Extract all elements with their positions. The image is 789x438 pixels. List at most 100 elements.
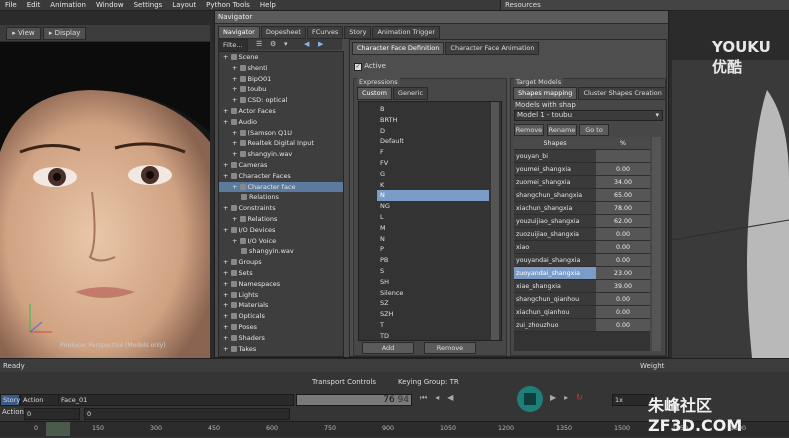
expand-icon[interactable]: + [223,118,231,126]
expression-item[interactable]: SH [377,277,489,288]
display-menu-button[interactable]: ▸ Display [42,27,87,40]
shape-row[interactable]: youzuijiao_shangxia 62.00 [514,214,650,228]
shape-weight-field[interactable]: 0.00 [596,318,650,332]
shape-weight-field[interactable]: 78.00 [596,201,650,215]
tree-item[interactable]: + shenti [219,63,343,74]
expand-icon[interactable]: + [223,312,231,320]
expression-item[interactable]: P [377,244,489,255]
rename-shape-button[interactable]: Rename [547,124,577,136]
prev-key-icon[interactable]: ◂ [435,393,447,402]
loop-icon[interactable]: ↻ [576,393,591,402]
menu-window[interactable]: Window [91,0,129,10]
shapes-scrollbar[interactable] [652,137,661,351]
shape-row[interactable]: xiachun_qianhou 0.00 [514,305,650,319]
tree-item[interactable]: + I/O Voice [219,236,343,247]
tree-item[interactable]: + Lights [219,290,343,301]
expand-icon[interactable]: + [232,237,240,245]
percent-column-header[interactable]: % [596,137,650,150]
expand-icon[interactable]: + [223,226,231,234]
shape-name[interactable]: youzuijiao_shangxia [514,214,596,228]
goto-shape-button[interactable]: Go to [579,124,609,136]
tab-character-face-animation[interactable]: Character Face Animation [445,42,540,55]
expression-item[interactable]: F [377,147,489,158]
shape-name[interactable]: zuomei_shangxia [514,175,596,189]
timeline-cursor[interactable] [46,422,70,436]
next-key-icon[interactable]: ▸ [564,393,576,402]
next-frame-icon[interactable]: ▶ [550,393,564,402]
shape-weight-field[interactable]: 0.00 [596,253,650,267]
tab-dopesheet[interactable]: Dopesheet [260,26,306,39]
expand-icon[interactable]: + [223,258,231,266]
expand-icon[interactable]: + [223,280,231,288]
tab-fcurves[interactable]: FCurves [306,26,344,39]
shape-row[interactable]: zuozuijiao_shangxia 0.00 [514,227,650,241]
expression-item[interactable]: Silence [377,288,489,299]
tab-character-face-definition[interactable]: Character Face Definition [352,42,445,55]
expand-icon[interactable]: + [232,96,240,104]
shape-weight-field[interactable]: 62.00 [596,214,650,228]
expand-icon[interactable]: + [223,172,231,180]
tree-item[interactable]: + Sets [219,268,343,279]
expression-item[interactable]: SZ [377,298,489,309]
shape-weight-field[interactable]: 0.00 [596,292,650,306]
expand-icon[interactable]: + [223,355,231,356]
expand-icon[interactable]: + [223,161,231,169]
tab-generic[interactable]: Generic [392,87,429,100]
tree-item[interactable]: + Materials [219,300,343,311]
expression-item[interactable]: T [377,320,489,331]
tree-item[interactable]: + Character Faces [219,171,343,182]
tree-item[interactable]: + Opticals [219,311,343,322]
shape-name[interactable]: youmei_shangxia [514,162,596,176]
shape-name[interactable]: zuoyandai_shangxia [514,266,596,280]
shape-name[interactable]: youyan_bi [514,149,596,163]
tree-item[interactable]: + Cameras [219,160,343,171]
expression-item[interactable]: G [377,169,489,180]
expression-item[interactable]: S [377,266,489,277]
tree-item[interactable]: + Takes [219,344,343,355]
expression-item[interactable]: NG [377,201,489,212]
filter-icon[interactable]: ⚙ [270,40,276,48]
view-menu-button[interactable]: ▸ View [6,27,41,40]
zoom-start-field[interactable]: 0 [84,408,290,420]
expand-icon[interactable]: + [232,183,240,191]
expression-item[interactable]: N [377,234,489,245]
start-frame-field[interactable]: 0 [24,408,80,420]
forward-arrow-icon[interactable]: ▶ [318,40,323,48]
tree-item[interactable]: + Shaders [219,333,343,344]
expression-item[interactable]: BRTH [377,115,489,126]
tree-item[interactable]: + (Samson Q1U [219,128,343,139]
tab-navigator[interactable]: Navigator [218,26,260,39]
tree-item[interactable]: + Textures [219,354,343,356]
tree-item[interactable]: + Realtek Digital Input [219,138,343,149]
expand-icon[interactable]: + [223,107,231,115]
expand-icon[interactable]: + [223,269,231,277]
shape-weight-field[interactable] [596,149,650,163]
menu-python-tools[interactable]: Python Tools [201,0,255,10]
list-view-icon[interactable]: ☰ [256,40,262,48]
secondary-viewport[interactable] [672,60,789,358]
tree-item[interactable]: Relations [219,192,343,203]
shape-row[interactable]: zuomei_shangxia 34.00 [514,175,650,189]
shape-name[interactable]: youyandai_shangxia [514,253,596,267]
shape-name[interactable]: shangchun_qianhou [514,292,596,306]
shape-weight-field[interactable]: 39.00 [596,279,650,293]
tab-animation-trigger[interactable]: Animation Trigger [372,26,441,39]
menu-settings[interactable]: Settings [129,0,168,10]
expression-item[interactable]: FV [377,158,489,169]
active-checkbox[interactable]: ✓ [354,63,362,71]
shape-weight-field[interactable]: 0.00 [596,162,650,176]
shape-name[interactable]: xiao [514,240,596,254]
shape-row[interactable]: xiao 0.00 [514,240,650,254]
shape-name[interactable]: xiachun_qianhou [514,305,596,319]
expand-icon[interactable]: + [232,150,240,158]
expand-icon[interactable]: + [223,334,231,342]
back-arrow-icon[interactable]: ◀ [304,40,309,48]
expand-icon[interactable]: + [223,345,231,353]
remove-expression-button[interactable]: Remove [424,342,476,354]
shape-name[interactable]: xiae_shangxia [514,279,596,293]
expand-icon[interactable]: + [232,129,240,137]
expression-item[interactable]: B [377,104,489,115]
remove-shape-button[interactable]: Remove [514,124,544,136]
expand-icon[interactable]: + [232,75,240,83]
tree-item[interactable]: + Actor Faces [219,106,343,117]
